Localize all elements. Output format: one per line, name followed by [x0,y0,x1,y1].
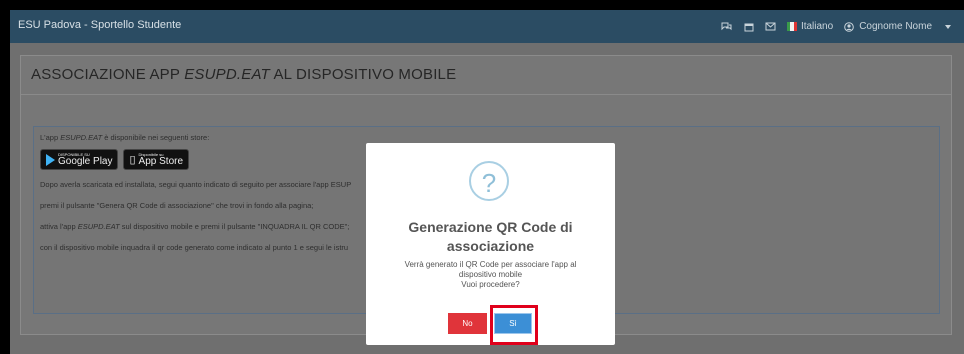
store-badges: DISPONIBILE SU Google Play ▯ Disponibile … [40,149,190,170]
apple-icon: ▯ [129,154,136,166]
mail-icon[interactable] [765,21,777,33]
top-navbar: ESU Padova - Sportello Studente Italiano… [10,10,964,43]
dialog-message: Verrà generato il QR Code per associare … [404,260,577,289]
no-button[interactable]: No [448,313,487,334]
instruction-line-4: con il dispositivo mobile inquadra il qr… [40,243,349,252]
yes-button[interactable]: Sì [494,313,532,334]
confirm-dialog: ? Generazione QR Code di associazione Ver… [366,143,615,345]
chevron-down-icon[interactable] [942,21,954,33]
instruction-line-2: premi il pulsante "Genera QR Code di ass… [40,201,314,210]
language-selector[interactable]: Italiano [786,21,834,32]
flag-it-icon [786,22,797,31]
page-title: ASSOCIAZIONE APP ESUPD.EAT AL DISPOSITIV… [31,66,457,83]
user-name: Cognome Nome [859,21,932,32]
divider [21,94,951,95]
language-label: Italiano [800,21,834,32]
navbar-actions: Italiano Cognome Nome [721,10,954,43]
google-play-icon [46,153,55,166]
app-window: ESU Padova - Sportello Studente Italiano… [10,10,964,354]
user-menu[interactable]: Cognome Nome [843,21,932,33]
user-icon [843,21,855,33]
instruction-line-1: Dopo averla scaricata ed installata, seg… [40,180,352,189]
dialog-title: Generazione QR Code di associazione [408,219,573,254]
chat-icon[interactable] [721,21,733,33]
google-play-badge[interactable]: DISPONIBILE SU Google Play [40,149,119,170]
store-availability-text: L'app ESUPD.EAT è disponibile nei seguen… [40,133,210,142]
question-icon: ? [469,161,509,201]
app-store-badge[interactable]: ▯ Disponibile su App Store [123,149,190,170]
brand-title[interactable]: ESU Padova - Sportello Studente [18,19,181,31]
calendar-icon[interactable] [743,21,755,33]
instruction-line-3: attiva l'app ESUPD.EAT sul dispositivo m… [40,222,350,231]
